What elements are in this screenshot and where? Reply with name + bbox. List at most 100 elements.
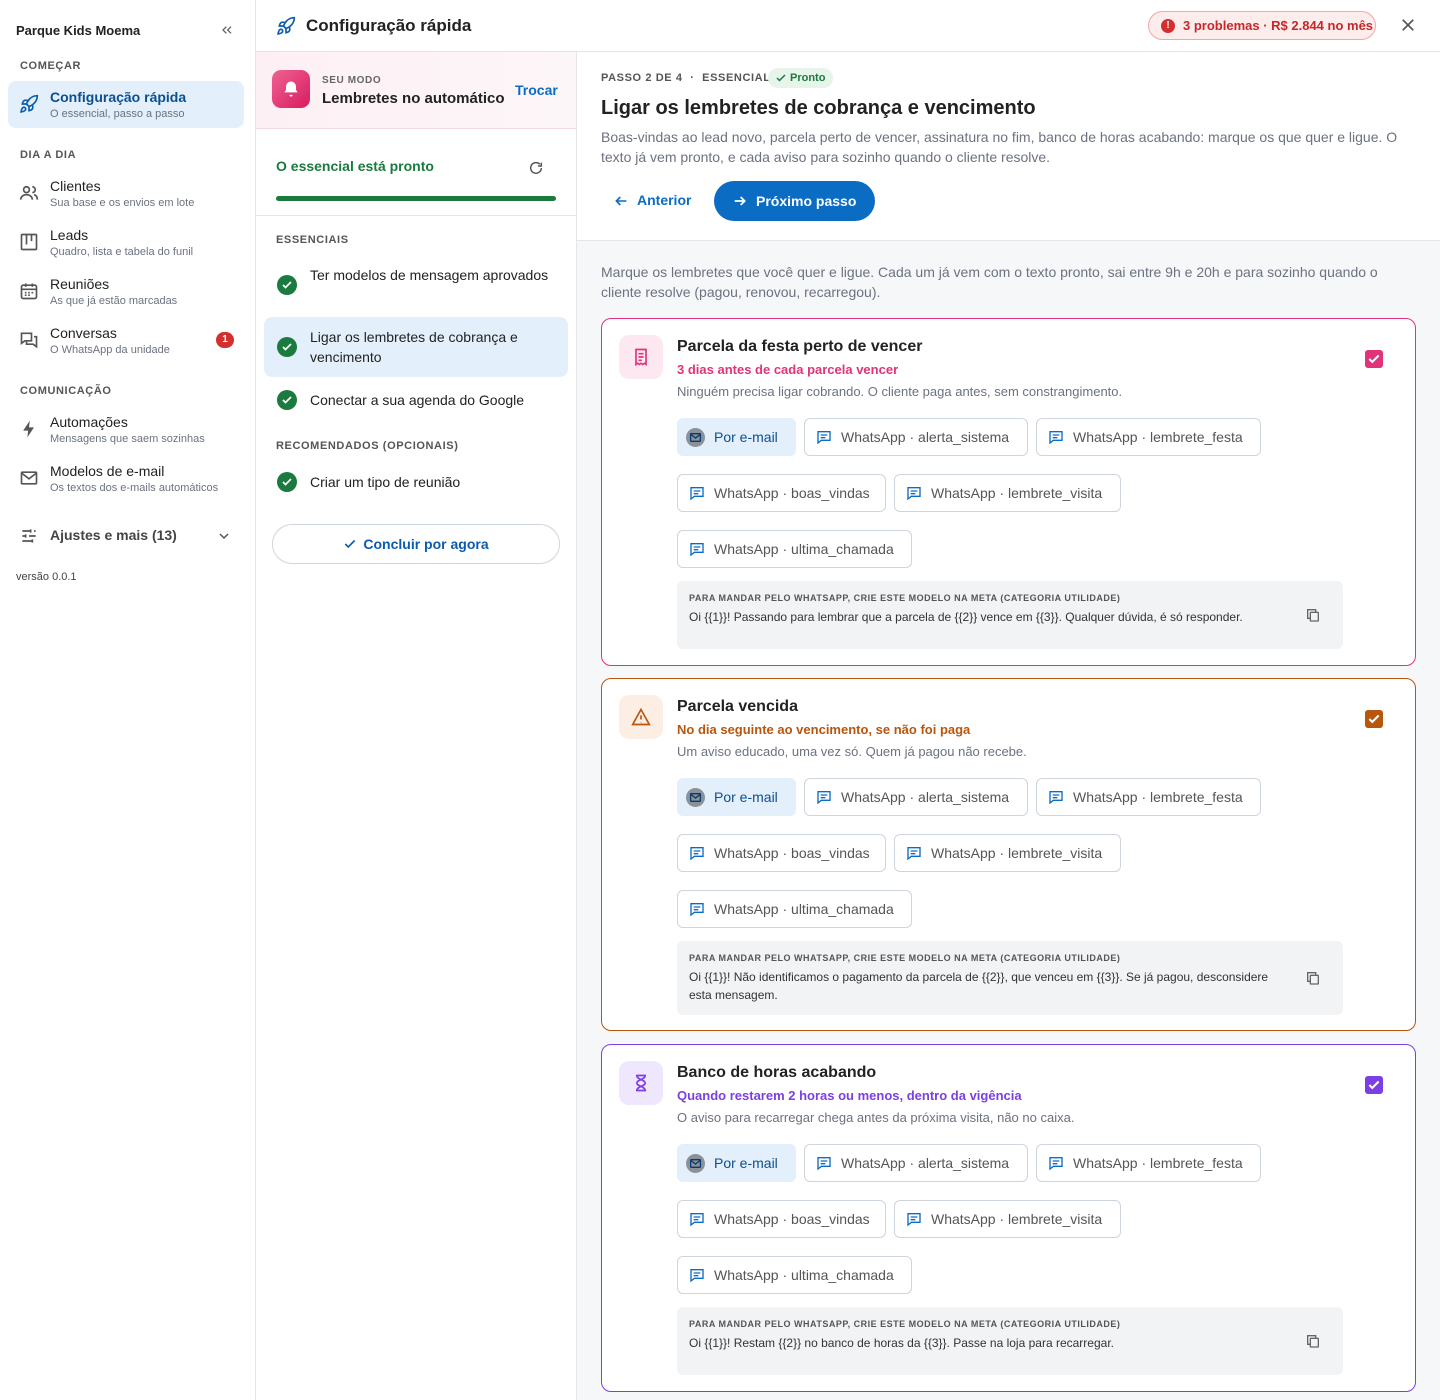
topbar: Configuração rápida ! 3 problemas · R$ 2… [256, 0, 1440, 52]
sidebar-item-quick-setup[interactable]: Configuração rápida O essencial, passo a… [8, 81, 244, 128]
mail-icon [20, 471, 38, 485]
reminder-checkbox[interactable] [1365, 1076, 1383, 1094]
copy-icon[interactable] [1305, 607, 1321, 623]
essentials-label: ESSENCIAIS [276, 234, 349, 246]
close-icon[interactable] [1399, 16, 1417, 34]
rocket-icon [277, 16, 296, 35]
channel-chip-whatsapp[interactable]: WhatsApp · lembrete_festa [1036, 418, 1261, 456]
error-icon: ! [1161, 19, 1175, 33]
step-label: Conectar a sua agenda do Google [310, 392, 525, 408]
channel-label: WhatsApp · alerta_sistema [841, 1155, 1010, 1171]
arrow-left-icon [615, 196, 627, 206]
main-content: PASSO 2 DE 4 · ESSENCIAL Pronto Ligar os… [577, 52, 1440, 1400]
step-description: Boas-vindas ao lead novo, parcela perto … [601, 129, 1398, 165]
channel-chip-whatsapp[interactable]: WhatsApp · ultima_chamada [677, 890, 912, 928]
recommended-label: RECOMENDADOS (OPCIONAIS) [276, 440, 459, 452]
arrow-right-icon [734, 196, 746, 206]
unread-badge: 1 [216, 332, 234, 348]
channel-chip-whatsapp[interactable]: WhatsApp · boas_vindas [677, 474, 886, 512]
template-text: Oi {{1}}! Restam {{2}} no banco de horas… [689, 1336, 1114, 1350]
sidebar-item-meetings[interactable]: Reuniões As que já estão marcadas [8, 268, 244, 315]
template-text: Oi {{1}}! Passando para lembrar que a pa… [689, 610, 1243, 624]
reminder-checkbox[interactable] [1365, 710, 1383, 728]
channel-chip-whatsapp[interactable]: WhatsApp · boas_vindas [677, 834, 886, 872]
check-circle-icon [277, 390, 297, 410]
channel-label: WhatsApp · lembrete_festa [1073, 429, 1243, 445]
mode-label: SEU MODO [322, 75, 382, 86]
receipt-icon [619, 335, 663, 379]
channel-chip-whatsapp[interactable]: WhatsApp · alerta_sistema [804, 418, 1028, 456]
channel-chip-email[interactable]: Por e-mail [677, 778, 796, 816]
step-templates[interactable]: Ter modelos de mensagem aprovados [264, 257, 568, 317]
step-reminders[interactable]: Ligar os lembretes de cobrança e vencime… [264, 317, 568, 377]
sidebar-item-subtitle: Quadro, lista e tabela do funil [50, 246, 194, 258]
sidebar-item-title: Leads [50, 227, 89, 243]
channel-label: WhatsApp · boas_vindas [714, 845, 870, 861]
step-label: Criar um tipo de reunião [310, 474, 461, 490]
channel-chip-whatsapp[interactable]: WhatsApp · alerta_sistema [804, 1144, 1028, 1182]
sidebar-item-conversations[interactable]: Conversas O WhatsApp da unidade 1 [8, 317, 244, 364]
step-counter: PASSO 2 DE 4 [601, 72, 683, 84]
sidebar-item-email-templates[interactable]: Modelos de e-mail Os textos dos e-mails … [8, 455, 244, 502]
channel-chip-whatsapp[interactable]: WhatsApp · lembrete_festa [1036, 778, 1261, 816]
hourglass-icon [619, 1061, 663, 1105]
section-label-start: COMEÇAR [20, 60, 82, 72]
reminders-intro: Marque os lembretes que você quer e ligu… [601, 264, 1378, 300]
sidebar-item-leads[interactable]: Leads Quadro, lista e tabela do funil [8, 219, 244, 266]
copy-icon[interactable] [1305, 970, 1321, 986]
reminder-description: Um aviso educado, uma vez só. Quem já pa… [677, 744, 1027, 759]
previous-button[interactable]: Anterior [613, 192, 691, 208]
brand-name: Parque Kids Moema [16, 23, 141, 38]
channel-label: WhatsApp · ultima_chamada [714, 541, 894, 557]
reminder-card: Banco de horas acabando Quando restarem 2… [601, 1044, 1416, 1392]
calendar-icon [20, 283, 38, 300]
reminder-title: Parcela da festa perto de vencer [677, 338, 923, 355]
version-label: versão 0.0.1 [16, 571, 77, 583]
channel-chip-whatsapp[interactable]: WhatsApp · boas_vindas [677, 1200, 886, 1238]
channel-chip-email[interactable]: Por e-mail [677, 418, 796, 456]
channel-chip-whatsapp[interactable]: WhatsApp · lembrete_visita [894, 834, 1121, 872]
step-label: Ter modelos de mensagem aprovados [310, 267, 549, 283]
collapse-sidebar-icon[interactable] [219, 22, 235, 38]
step-meeting-type[interactable]: Criar um tipo de reunião [264, 462, 568, 502]
reminder-description: O aviso para recarregar chega antes da p… [677, 1110, 1075, 1125]
check-circle-icon [277, 275, 297, 295]
copy-icon[interactable] [1305, 1333, 1321, 1349]
bell-icon [272, 70, 310, 108]
step-label: Ligar os lembretes de cobrança e vencime… [310, 329, 518, 365]
channel-chip-whatsapp[interactable]: WhatsApp · alerta_sistema [804, 778, 1028, 816]
reminder-title: Banco de horas acabando [677, 1064, 877, 1081]
switch-mode-link[interactable]: Trocar [515, 82, 558, 98]
channel-chip-email[interactable]: Por e-mail [677, 1144, 796, 1182]
mode-value: Lembretes no automático [322, 90, 505, 107]
sidebar-item-automations[interactable]: Automações Mensagens que saem sozinhas [8, 406, 244, 453]
step-header: PASSO 2 DE 4 · ESSENCIAL Pronto Ligar os… [577, 52, 1440, 241]
sidebar-item-clients[interactable]: Clientes Sua base e os envios em lote [8, 170, 244, 217]
reminder-card: Parcela vencida No dia seguinte ao vencim… [601, 678, 1416, 1031]
sidebar-item-subtitle: As que já estão marcadas [50, 295, 178, 307]
breadcrumb-separator: · [690, 72, 695, 84]
finish-button[interactable]: Concluir por agora [272, 524, 560, 564]
channel-chip-whatsapp[interactable]: WhatsApp · lembrete_visita [894, 474, 1121, 512]
sliders-icon [22, 529, 36, 543]
status-badge: Pronto [768, 68, 834, 88]
settings-toggle[interactable]: Ajustes e mais (13) [8, 513, 244, 557]
channel-chip-whatsapp[interactable]: WhatsApp · ultima_chamada [677, 530, 912, 568]
previous-label: Anterior [637, 192, 692, 208]
reminder-checkbox[interactable] [1365, 350, 1383, 368]
next-step-button[interactable]: Próximo passo [714, 181, 875, 221]
channel-chip-whatsapp[interactable]: WhatsApp · lembrete_festa [1036, 1144, 1261, 1182]
check-circle-icon [277, 337, 297, 357]
channel-label: WhatsApp · boas_vindas [714, 1211, 870, 1227]
channel-chip-whatsapp[interactable]: WhatsApp · ultima_chamada [677, 1256, 912, 1294]
channel-label: WhatsApp · ultima_chamada [714, 1267, 894, 1283]
step-google-calendar[interactable]: Conectar a sua agenda do Google [264, 380, 568, 420]
template-label: PARA MANDAR PELO WHATSAPP, CRIE ESTE MOD… [689, 1319, 1121, 1329]
channel-chip-whatsapp[interactable]: WhatsApp · lembrete_visita [894, 1200, 1121, 1238]
template-text: Oi {{1}}! Não identificamos o pagamento … [689, 970, 1269, 1002]
refresh-icon[interactable] [528, 160, 544, 176]
problems-badge[interactable]: ! 3 problemas · R$ 2.844 no mês [1148, 11, 1376, 40]
check-icon [776, 74, 786, 82]
rocket-icon [20, 94, 39, 113]
channel-label: WhatsApp · boas_vindas [714, 485, 870, 501]
